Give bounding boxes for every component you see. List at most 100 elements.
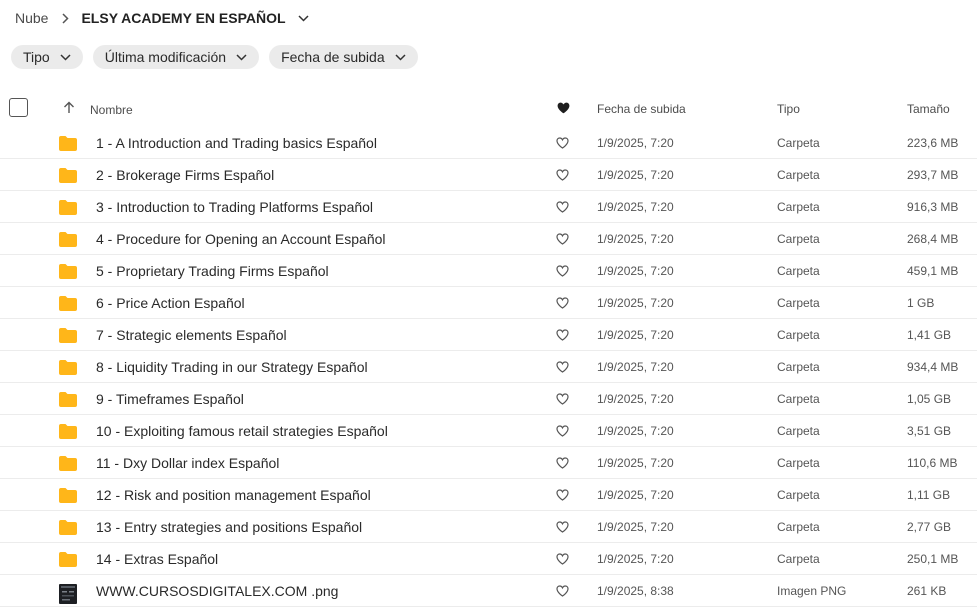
file-size: 1 GB	[907, 296, 935, 310]
table-row[interactable]: 5 - Proprietary Trading Firms Español 1/9…	[0, 255, 977, 287]
favorite-heart-icon[interactable]	[556, 361, 569, 376]
file-type: Carpeta	[777, 200, 820, 214]
table-header: Nombre Fecha de subida Tipo Tamaño	[0, 96, 977, 126]
upload-date: 1/9/2025, 7:20	[597, 200, 674, 214]
favorite-heart-icon[interactable]	[556, 265, 569, 280]
upload-date: 1/9/2025, 7:20	[597, 168, 674, 182]
file-size: 250,1 MB	[907, 552, 959, 566]
folder-icon	[59, 232, 77, 250]
favorite-heart-filled-icon[interactable]	[557, 102, 570, 114]
favorite-heart-icon[interactable]	[556, 489, 569, 504]
filter-upload-date-button[interactable]: Fecha de subida	[269, 45, 418, 69]
table-row[interactable]: 13 - Entry strategies and positions Espa…	[0, 511, 977, 543]
table-row[interactable]: 12 - Risk and position management Españo…	[0, 479, 977, 511]
file-name[interactable]: 14 - Extras Español	[96, 551, 218, 567]
filter-label: Fecha de subida	[281, 49, 385, 65]
file-size: 1,11 GB	[907, 488, 951, 502]
folder-icon	[59, 168, 77, 186]
folder-icon	[59, 136, 77, 154]
favorite-heart-icon[interactable]	[556, 585, 569, 600]
folder-icon	[59, 296, 77, 314]
file-name[interactable]: 10 - Exploiting famous retail strategies…	[96, 423, 388, 439]
file-size: 3,51 GB	[907, 424, 952, 438]
table-row[interactable]: 4 - Procedure for Opening an Account Esp…	[0, 223, 977, 255]
column-header-name[interactable]: Nombre	[90, 103, 133, 117]
favorite-heart-icon[interactable]	[556, 297, 569, 312]
upload-date: 1/9/2025, 7:20	[597, 232, 674, 246]
column-header-type[interactable]: Tipo	[777, 102, 800, 116]
table-row[interactable]: 2 - Brokerage Firms Español 1/9/2025, 7:2…	[0, 159, 977, 191]
table-row[interactable]: 14 - Extras Español 1/9/2025, 7:20 Carpeta…	[0, 543, 977, 575]
favorite-heart-icon[interactable]	[556, 457, 569, 472]
folder-icon	[59, 424, 77, 442]
folder-icon	[59, 392, 77, 410]
upload-date: 1/9/2025, 7:20	[597, 392, 674, 406]
table-row[interactable]: 3 - Introduction to Trading Platforms Es…	[0, 191, 977, 223]
breadcrumb-current-folder[interactable]: ELSY ACADEMY EN ESPAÑOL	[81, 10, 285, 26]
select-all-checkbox[interactable]	[9, 98, 28, 117]
favorite-heart-icon[interactable]	[556, 329, 569, 344]
file-size: 268,4 MB	[907, 232, 959, 246]
breadcrumb-root-link[interactable]: Nube	[15, 10, 48, 26]
file-size: 2,77 GB	[907, 520, 952, 534]
favorite-heart-icon[interactable]	[556, 169, 569, 184]
chevron-down-icon	[236, 53, 247, 61]
file-size: 110,6 MB	[907, 456, 958, 470]
file-type: Carpeta	[777, 488, 820, 502]
table-row[interactable]: 8 - Liquidity Trading in our Strategy Es…	[0, 351, 977, 383]
file-type: Imagen PNG	[777, 584, 847, 598]
folder-icon	[59, 200, 77, 218]
favorite-heart-icon[interactable]	[556, 201, 569, 216]
table-row[interactable]: 10 - Exploiting famous retail strategies…	[0, 415, 977, 447]
folder-icon	[59, 552, 77, 570]
filter-last-modified-button[interactable]: Última modificación	[92, 45, 260, 69]
table-row[interactable]: 1 - A Introduction and Trading basics Es…	[0, 127, 977, 159]
column-header-size[interactable]: Tamaño	[907, 102, 950, 116]
file-type: Carpeta	[777, 136, 820, 150]
favorite-heart-icon[interactable]	[556, 553, 569, 568]
table-row[interactable]: 9 - Timeframes Español 1/9/2025, 7:20 Carp…	[0, 383, 977, 415]
file-name[interactable]: 4 - Procedure for Opening an Account Esp…	[96, 231, 386, 247]
file-type: Carpeta	[777, 232, 820, 246]
favorite-heart-icon[interactable]	[556, 233, 569, 248]
file-name[interactable]: 9 - Timeframes Español	[96, 391, 244, 407]
filter-type-button[interactable]: Tipo	[11, 45, 83, 69]
file-name[interactable]: 1 - A Introduction and Trading basics Es…	[96, 135, 377, 151]
file-name[interactable]: 8 - Liquidity Trading in our Strategy Es…	[96, 359, 368, 375]
folder-icon	[59, 488, 77, 506]
table-row[interactable]: 7 - Strategic elements Español 1/9/2025, …	[0, 319, 977, 351]
file-name[interactable]: 5 - Proprietary Trading Firms Español	[96, 263, 329, 279]
file-size: 261 KB	[907, 584, 947, 598]
file-size: 1,41 GB	[907, 328, 952, 342]
favorite-heart-icon[interactable]	[556, 393, 569, 408]
favorite-heart-icon[interactable]	[556, 521, 569, 536]
upload-date: 1/9/2025, 7:20	[597, 360, 674, 374]
file-type: Carpeta	[777, 456, 820, 470]
favorite-heart-icon[interactable]	[556, 425, 569, 440]
folder-icon	[59, 520, 77, 538]
table-row[interactable]: 6 - Price Action Español 1/9/2025, 7:20 Ca…	[0, 287, 977, 319]
file-size: 934,4 MB	[907, 360, 959, 374]
file-type: Carpeta	[777, 168, 820, 182]
table-row[interactable]: 11 - Dxy Dollar index Español 1/9/2025, 7…	[0, 447, 977, 479]
sort-ascending-arrow-icon[interactable]	[63, 101, 75, 114]
column-header-upload-date[interactable]: Fecha de subida	[597, 102, 686, 116]
file-name[interactable]: 13 - Entry strategies and positions Espa…	[96, 519, 362, 535]
file-type: Carpeta	[777, 552, 820, 566]
file-name[interactable]: WWW.CURSOSDIGITALEX.COM .png	[96, 583, 338, 599]
table-row[interactable]: WWW.CURSOSDIGITALEX.COM .png 1/9/2025, 8:…	[0, 575, 977, 607]
upload-date: 1/9/2025, 8:38	[597, 584, 674, 598]
file-name[interactable]: 11 - Dxy Dollar index Español	[96, 455, 279, 471]
file-name[interactable]: 6 - Price Action Español	[96, 295, 245, 311]
file-name[interactable]: 3 - Introduction to Trading Platforms Es…	[96, 199, 373, 215]
upload-date: 1/9/2025, 7:20	[597, 296, 674, 310]
file-type: Carpeta	[777, 424, 820, 438]
chevron-down-icon[interactable]	[298, 14, 309, 22]
file-name[interactable]: 12 - Risk and position management Españo…	[96, 487, 371, 503]
folder-icon	[59, 328, 77, 346]
favorite-heart-icon[interactable]	[556, 137, 569, 152]
file-name[interactable]: 7 - Strategic elements Español	[96, 327, 287, 343]
file-name[interactable]: 2 - Brokerage Firms Español	[96, 167, 274, 183]
folder-icon	[59, 456, 77, 474]
chevron-right-icon	[62, 12, 70, 24]
